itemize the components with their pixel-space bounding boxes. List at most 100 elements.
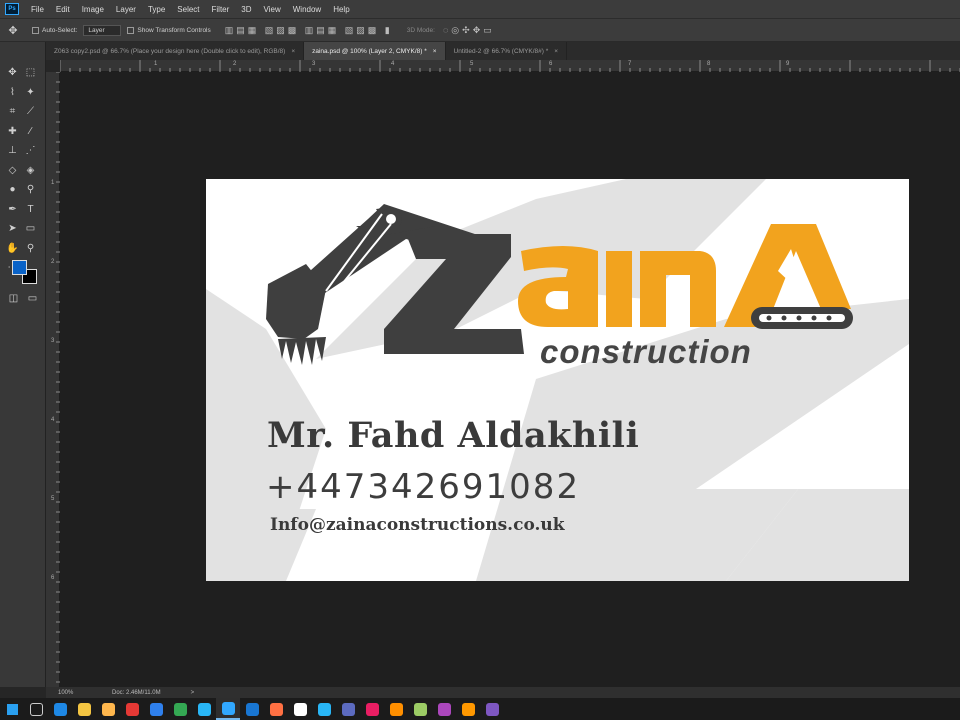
menu-window[interactable]: Window <box>287 5 327 14</box>
hand-icon[interactable]: ✋ <box>4 240 21 256</box>
app-circle-icon[interactable] <box>360 698 384 720</box>
screen-mode-icon[interactable]: ▭ <box>24 290 41 306</box>
dodge-icon[interactable]: ⚲ <box>22 182 39 198</box>
vlc-icon[interactable] <box>384 698 408 720</box>
menu-layer[interactable]: Layer <box>110 5 142 14</box>
ruler-number: 4 <box>391 61 395 67</box>
menu-filter[interactable]: Filter <box>206 5 236 14</box>
file-explorer-icon[interactable] <box>72 698 96 720</box>
close-icon[interactable]: × <box>554 48 558 55</box>
media-icon[interactable] <box>288 698 312 720</box>
brush-icon[interactable]: ∕ <box>22 123 39 139</box>
blur-icon[interactable]: ● <box>4 182 21 198</box>
firefox-icon[interactable] <box>264 698 288 720</box>
ruler-horizontal: 1 2 3 4 5 6 7 8 9 <box>60 60 960 72</box>
tab-zaina[interactable]: zaina.psd @ 100% (Layer 2, CMYK/8) * × <box>304 42 446 60</box>
tab-label: Untitled-2 @ 66.7% (CMYK/8#) * <box>453 47 549 55</box>
app-red-icon[interactable] <box>120 698 144 720</box>
dropbox-icon[interactable] <box>144 698 168 720</box>
logo-letter-n <box>640 251 716 327</box>
file-explorer-icon-glyph <box>77 702 91 716</box>
move-icon[interactable]: ✥ <box>4 65 21 81</box>
ruler-number: 1 <box>51 180 55 186</box>
align-icons[interactable]: ▥▤▦ ▧▨▩ ▥▤▦ ▧▨▩ ▮ <box>225 25 393 36</box>
zoom-level[interactable]: 100% <box>58 690 98 696</box>
options-bar: ✥ Auto-Select: Layer Show Transform Cont… <box>0 18 960 42</box>
3d-mode-icons[interactable]: ◌◎✣✥▭ <box>443 25 495 36</box>
foreground-color-swatch[interactable] <box>12 260 27 275</box>
business-card[interactable]: construction Mr. Fahd Aldakhili +4473426… <box>206 179 909 581</box>
menu-file[interactable]: File <box>25 5 50 14</box>
magic-wand-icon[interactable]: ✦ <box>22 84 39 100</box>
menu-view[interactable]: View <box>258 5 287 14</box>
layer-select-dropdown[interactable]: Layer <box>83 24 122 36</box>
show-transform-checkbox[interactable] <box>127 26 135 34</box>
stamp-icon[interactable]: ⊥ <box>4 143 21 159</box>
status-arrow-icon[interactable]: > <box>191 690 195 696</box>
pen-icon[interactable]: ✒ <box>4 201 21 217</box>
marquee-icon[interactable]: ⬚ <box>22 65 39 81</box>
eraser-icon[interactable]: ◇ <box>4 162 21 178</box>
quick-mask-icon[interactable]: ◫ <box>5 290 22 306</box>
contact-name: Mr. Fahd Aldakhili <box>267 415 640 456</box>
ruler-number: 2 <box>51 259 55 265</box>
app-purple-icon[interactable] <box>432 698 456 720</box>
tab-z063[interactable]: Z063 copy2.psd @ 66.7% (Place your desig… <box>46 42 305 60</box>
firefox-icon-glyph <box>269 702 283 716</box>
zoom-icon[interactable]: ⚲ <box>22 240 39 256</box>
eyedropper-icon[interactable]: ⟋ <box>22 104 39 120</box>
menu-select[interactable]: Select <box>171 5 205 14</box>
ruler-number: 3 <box>312 61 316 67</box>
windows-icon-glyph <box>6 703 18 715</box>
healing-icon[interactable]: ✚ <box>4 123 21 139</box>
tab-label: zaina.psd @ 100% (Layer 2, CMYK/8) * <box>312 47 427 55</box>
ruler-number: 2 <box>233 61 237 67</box>
edge-icon[interactable] <box>48 698 72 720</box>
vlc-icon-glyph <box>389 702 403 716</box>
menu-image[interactable]: Image <box>76 5 110 14</box>
move-tool-icon[interactable]: ✥ <box>0 24 26 37</box>
chrome-icon[interactable] <box>168 698 192 720</box>
auto-select-label: Auto-Select: <box>42 26 78 34</box>
windows-icon[interactable] <box>0 698 24 720</box>
photoshop-icon[interactable] <box>216 698 240 720</box>
app-blue-icon[interactable] <box>336 698 360 720</box>
ruler-number: 6 <box>51 575 55 581</box>
store-icon[interactable] <box>96 698 120 720</box>
app-stripe-icon[interactable] <box>480 698 504 720</box>
close-icon[interactable]: × <box>433 48 437 55</box>
menu-help[interactable]: Help <box>327 5 355 14</box>
contact-email: Info@zainaconstructions.co.uk <box>270 515 565 535</box>
task-view-icon-glyph <box>29 702 43 716</box>
edge-icon-glyph <box>53 702 67 716</box>
task-view-icon[interactable] <box>24 698 48 720</box>
ruler-ticks <box>56 72 60 683</box>
path-select-icon[interactable]: ➤ <box>4 221 21 237</box>
menu-edit[interactable]: Edit <box>50 5 76 14</box>
menu-3d[interactable]: 3D <box>235 5 257 14</box>
mail-icon[interactable] <box>240 698 264 720</box>
ruler-number: 8 <box>707 61 711 67</box>
color-swatches[interactable] <box>10 258 40 286</box>
lasso-icon[interactable]: ⌇ <box>4 84 21 100</box>
bucket-icon[interactable]: ◈ <box>22 162 39 178</box>
history-brush-icon[interactable]: ⋰ <box>22 143 39 159</box>
app-bolt-icon[interactable] <box>192 698 216 720</box>
tab-label: Z063 copy2.psd @ 66.7% (Place your desig… <box>54 47 286 55</box>
notepad-icon[interactable] <box>408 698 432 720</box>
shape-icon[interactable]: ▭ <box>22 221 39 237</box>
menu-type[interactable]: Type <box>142 5 171 14</box>
mail-icon-glyph <box>245 702 259 716</box>
search-icon[interactable] <box>456 698 480 720</box>
tab-untitled-2[interactable]: Untitled-2 @ 66.7% (CMYK/8#) * × <box>446 42 568 60</box>
doc-size: Doc: 2.46M/11.0M <box>112 689 161 696</box>
crop-icon[interactable]: ⌗ <box>4 104 21 120</box>
ruler-ticks <box>60 60 960 72</box>
close-icon[interactable]: × <box>291 48 295 55</box>
auto-select-checkbox[interactable] <box>32 26 39 34</box>
type-icon[interactable]: T <box>22 201 39 217</box>
ruler-number: 7 <box>628 61 632 67</box>
maps-icon[interactable] <box>312 698 336 720</box>
ruler-number: 1 <box>154 61 158 67</box>
app-circle-icon-glyph <box>365 702 379 716</box>
